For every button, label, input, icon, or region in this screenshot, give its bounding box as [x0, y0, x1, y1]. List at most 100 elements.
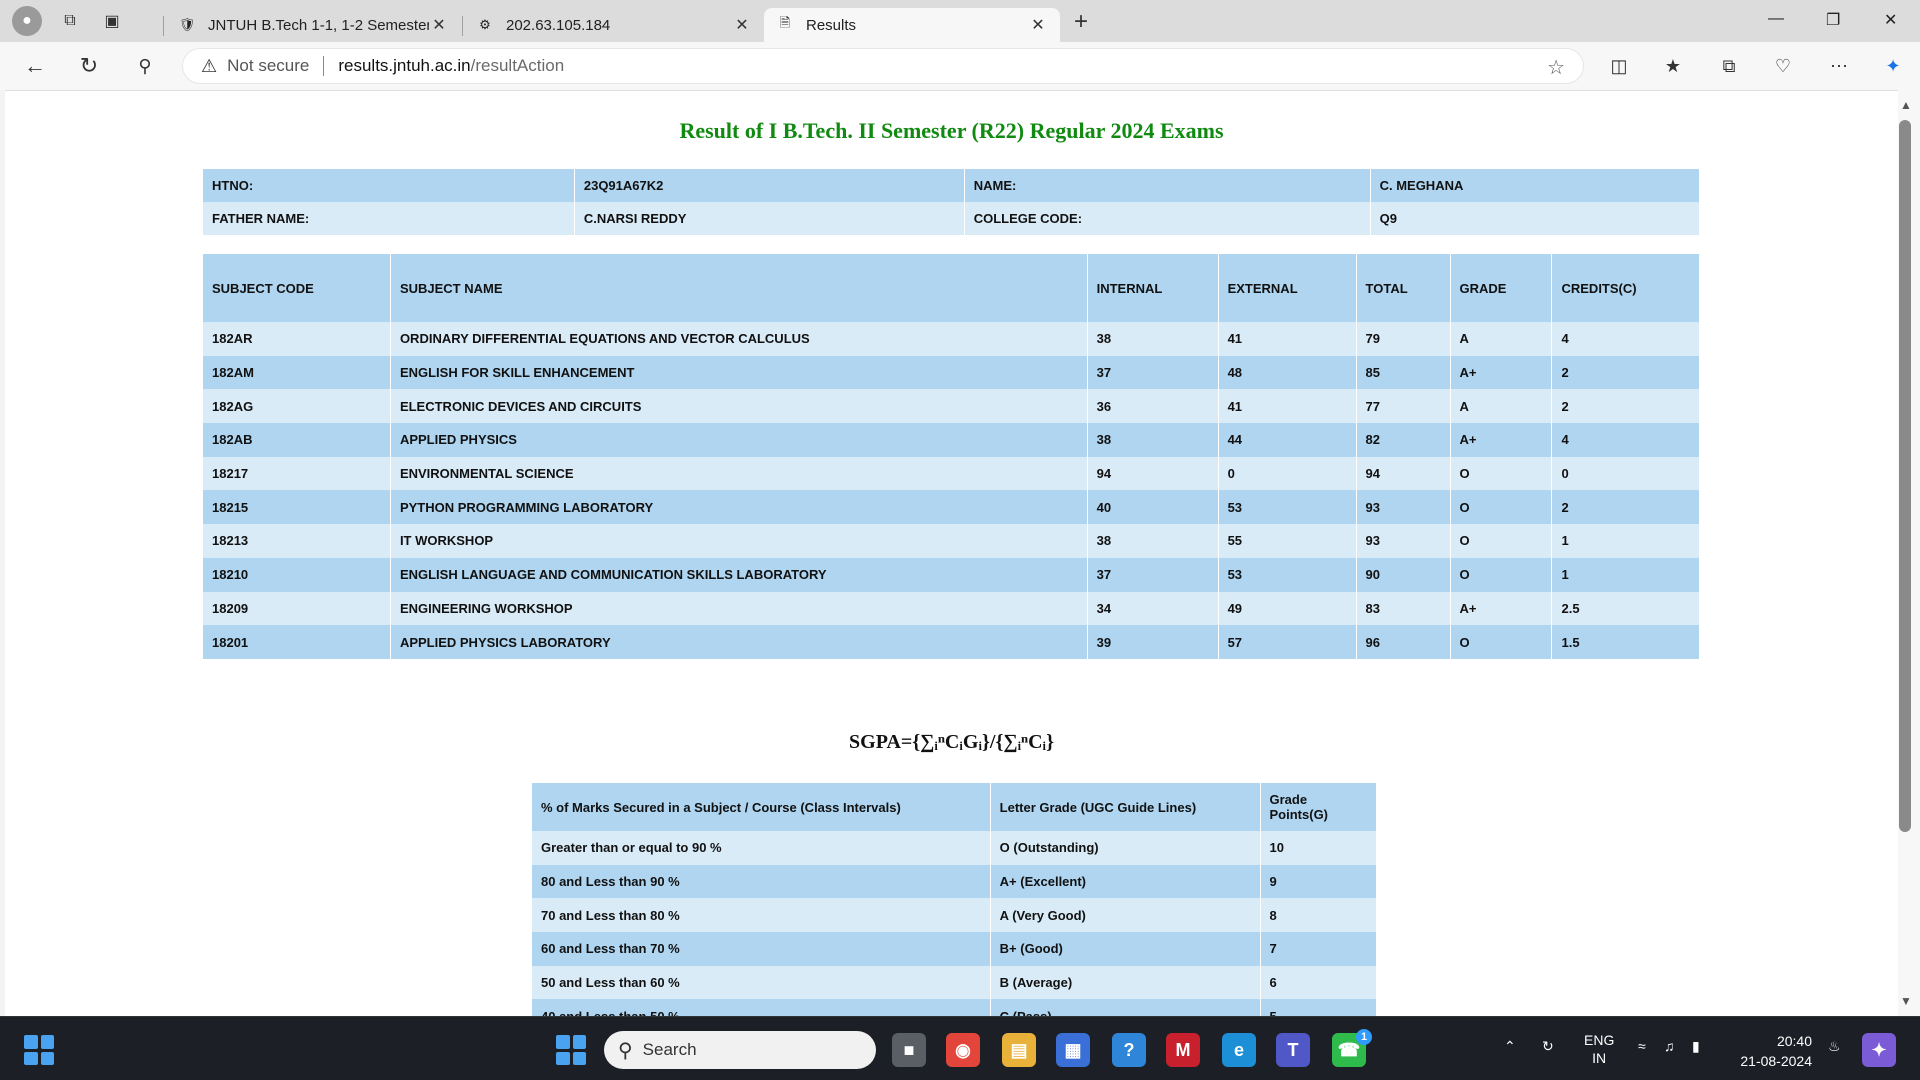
- letter-grade: B (Average): [989, 965, 1261, 1000]
- scroll-up-icon[interactable]: ▲: [1900, 98, 1912, 112]
- subject-row: 18210 ENGLISH LANGUAGE AND COMMUNICATION …: [202, 557, 1699, 592]
- header-subject-code: SUBJECT CODE: [202, 254, 391, 322]
- search-icon[interactable]: ⚲: [130, 52, 160, 80]
- father-label: FATHER NAME:: [202, 202, 575, 235]
- minimize-icon[interactable]: —: [1768, 10, 1784, 28]
- chrome-icon[interactable]: ◉: [946, 1033, 980, 1067]
- internal-marks: 39: [1086, 625, 1219, 659]
- new-tab-icon[interactable]: +: [1074, 8, 1088, 36]
- collections-icon[interactable]: ⧉: [1714, 52, 1744, 80]
- subject-code: 18215: [202, 490, 391, 525]
- subject-row: 18201 APPLIED PHYSICS LABORATORY 39 57 96 O 1.…: [202, 625, 1699, 659]
- task-view-icon[interactable]: ■: [892, 1033, 926, 1067]
- page-content: Result of I B.Tech. II Semester (R22) Re…: [5, 90, 1898, 1016]
- internal-marks: 38: [1086, 423, 1219, 457]
- whatsapp-icon[interactable]: ☎ 1: [1332, 1029, 1372, 1067]
- more-options-icon[interactable]: ⋯: [1824, 52, 1854, 80]
- address-input[interactable]: ⚠ Not secure results.jntuh.ac.in/resultA…: [182, 48, 1584, 84]
- edge-icon[interactable]: e: [1222, 1033, 1256, 1067]
- total-marks: 93: [1355, 490, 1451, 525]
- scrollbar-thumb[interactable]: [1899, 120, 1911, 832]
- grade-row: 80 and Less than 90 % A+ (Excellent) 9: [531, 864, 1376, 899]
- grade: O: [1449, 625, 1552, 659]
- grade: A+: [1449, 591, 1552, 626]
- copilot-taskbar-icon[interactable]: ✦: [1862, 1033, 1896, 1067]
- workspaces-icon[interactable]: ⧉: [56, 7, 84, 35]
- class-interval: Greater than or equal to 90 %: [531, 831, 991, 865]
- subject-name: ELECTRONIC DEVICES AND CIRCUITS: [389, 389, 1088, 424]
- taskbar-search[interactable]: ⚲ Search: [604, 1031, 876, 1069]
- file-explorer-icon[interactable]: ▤: [1002, 1033, 1036, 1067]
- grade-row: 50 and Less than 60 % B (Average) 6: [531, 965, 1376, 1000]
- window-close-icon[interactable]: ✕: [1884, 10, 1897, 30]
- total-marks: 85: [1355, 355, 1451, 390]
- internal-marks: 38: [1086, 524, 1219, 558]
- copilot-icon[interactable]: ✦: [1878, 52, 1908, 80]
- close-icon[interactable]: ✕: [429, 15, 449, 35]
- tab-jntuh[interactable]: 🛡 JNTUH B.Tech 1-1, 1-2 Semester ✕: [166, 8, 461, 42]
- warning-icon[interactable]: ⚠: [201, 56, 217, 77]
- close-icon[interactable]: ✕: [1028, 15, 1048, 35]
- header-grade-points: Grade Points(G): [1259, 783, 1376, 831]
- region-code: IN: [1592, 1050, 1607, 1066]
- split-screen-icon[interactable]: ◫: [1604, 52, 1634, 80]
- total-marks: 83: [1355, 591, 1451, 626]
- grade-header-row: % of Marks Secured in a Subject / Course…: [531, 783, 1376, 831]
- teams-icon[interactable]: T: [1276, 1033, 1310, 1067]
- tab-ip-address[interactable]: ⚙ 202.63.105.184 ✕: [464, 8, 764, 42]
- start-button[interactable]: [24, 1035, 54, 1065]
- mcafee-icon[interactable]: M: [1166, 1033, 1200, 1067]
- total-marks: 96: [1355, 625, 1451, 659]
- browser-tab-bar: ● ⧉ ▣ 🛡 JNTUH B.Tech 1-1, 1-2 Semester ✕…: [0, 0, 1920, 42]
- grade-points: 9: [1259, 864, 1376, 899]
- chevron-up-icon[interactable]: ⌃: [1504, 1037, 1516, 1055]
- grade-row: 40 and Less than 50 %C (Pass)5: [531, 999, 1376, 1016]
- credits: 2: [1551, 355, 1699, 390]
- internal-marks: 37: [1086, 355, 1219, 390]
- external-marks: 41: [1217, 389, 1357, 424]
- grade: O: [1449, 456, 1552, 491]
- subject-name: IT WORKSHOP: [389, 524, 1088, 558]
- back-icon[interactable]: ←: [20, 52, 50, 80]
- volume-icon[interactable]: ♫: [1664, 1037, 1675, 1055]
- help-icon[interactable]: ?: [1112, 1033, 1146, 1067]
- store-icon[interactable]: ▦: [1056, 1033, 1090, 1067]
- favorite-star-icon[interactable]: ☆: [1547, 55, 1565, 80]
- subject-row: 18215 PYTHON PROGRAMMING LABORATORY 40 53 93…: [202, 490, 1699, 525]
- credits: 2.5: [1551, 591, 1699, 626]
- external-marks: 57: [1217, 625, 1357, 659]
- profile-icon[interactable]: ●: [12, 6, 42, 36]
- close-icon[interactable]: ✕: [732, 15, 752, 35]
- language-indicator[interactable]: ENG IN: [1584, 1031, 1614, 1067]
- header-total: TOTAL: [1355, 254, 1451, 322]
- letter-grade: B+ (Good): [989, 932, 1261, 966]
- battery-icon[interactable]: ▮: [1692, 1037, 1700, 1055]
- refresh-icon[interactable]: ↻: [74, 52, 104, 80]
- credits: 1: [1551, 524, 1699, 558]
- sync-icon[interactable]: ↻: [1542, 1037, 1554, 1055]
- scroll-down-icon[interactable]: ▼: [1900, 994, 1912, 1008]
- subject-row: 182AB APPLIED PHYSICS 38 44 82 A+ 4: [202, 423, 1699, 457]
- clock[interactable]: 20:40 21-08-2024: [1722, 1031, 1812, 1071]
- name-label: NAME:: [963, 169, 1371, 202]
- grade: O: [1449, 524, 1552, 558]
- tab-title: JNTUH B.Tech 1-1, 1-2 Semester: [208, 16, 429, 34]
- notifications-bell-icon[interactable]: ♨: [1828, 1037, 1841, 1055]
- subject-code: 18210: [202, 557, 391, 592]
- url-host[interactable]: results.jntuh.ac.in: [338, 56, 470, 76]
- windows-start-icon[interactable]: [556, 1035, 586, 1065]
- external-marks: 53: [1217, 557, 1357, 592]
- restore-icon[interactable]: ❐: [1826, 10, 1840, 30]
- favorites-icon[interactable]: ★: [1658, 52, 1688, 80]
- tab-results[interactable]: 🗎 Results ✕: [764, 8, 1060, 42]
- security-label[interactable]: Not secure: [227, 56, 309, 76]
- header-internal: INTERNAL: [1086, 254, 1219, 322]
- header-credits: CREDITS(C): [1551, 254, 1699, 322]
- subject-row: 182AM ENGLISH FOR SKILL ENHANCEMENT 37 48 85…: [202, 355, 1699, 390]
- wifi-icon[interactable]: ≈: [1638, 1037, 1646, 1055]
- tab-actions-icon[interactable]: ▣: [98, 7, 126, 35]
- browser-essentials-icon[interactable]: ♡: [1768, 52, 1798, 80]
- url-path[interactable]: /resultAction: [471, 56, 565, 76]
- address-bar-row: ← ↻ ⚲ ⚠ Not secure results.jntuh.ac.in/r…: [0, 42, 1920, 90]
- page-icon: ⚙: [479, 17, 491, 32]
